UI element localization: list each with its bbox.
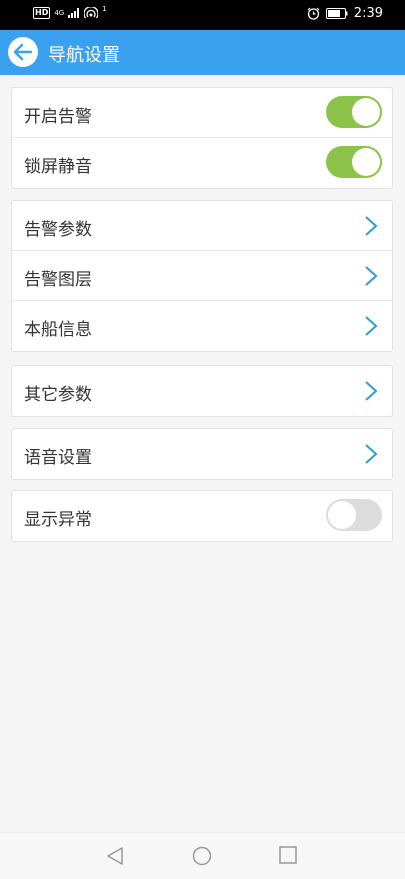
hotspot-count: 1 (102, 4, 107, 13)
setting-row-ship-info[interactable]: 本船信息 (12, 301, 392, 351)
chevron-right-icon (365, 216, 378, 236)
setting-label: 本船信息 (24, 320, 92, 340)
setting-label: 语音设置 (24, 448, 92, 468)
setting-row-alarm-params[interactable]: 告警参数 (12, 201, 392, 251)
other-params-group: 其它参数 (11, 365, 393, 417)
hd-badge: HD (33, 7, 51, 19)
back-button[interactable] (8, 37, 38, 67)
hotspot-icon (84, 7, 99, 19)
status-left: HD 4G 1 (33, 4, 107, 19)
status-bar: HD 4G 1 2:39 (0, 0, 405, 30)
display-anomaly-group: 显示异常 (11, 490, 393, 542)
battery-icon (325, 8, 348, 19)
alarm-clock-icon (307, 7, 320, 20)
alarm-toggle-group: 开启告警 锁屏静音 (11, 87, 393, 189)
setting-label: 锁屏静音 (24, 157, 92, 177)
title-bar: 导航设置 (0, 30, 405, 75)
chevron-right-icon (365, 444, 378, 464)
setting-label: 显示异常 (24, 510, 92, 530)
setting-row-voice-settings[interactable]: 语音设置 (12, 429, 392, 479)
display-anomaly-toggle[interactable] (326, 499, 382, 531)
setting-row-enable-alarm[interactable]: 开启告警 (12, 88, 392, 138)
nav-home-icon[interactable] (192, 846, 212, 866)
setting-label: 开启告警 (24, 107, 92, 127)
enable-alarm-toggle[interactable] (326, 96, 382, 128)
page-title: 导航设置 (48, 45, 120, 66)
chevron-right-icon (365, 316, 378, 336)
system-nav-bar (0, 832, 405, 879)
setting-row-lock-screen-mute[interactable]: 锁屏静音 (12, 138, 392, 188)
setting-label: 告警图层 (24, 270, 92, 290)
setting-row-display-anomaly[interactable]: 显示异常 (12, 491, 392, 541)
toggle-knob (328, 501, 356, 529)
voice-settings-group: 语音设置 (11, 428, 393, 480)
network-type: 4G (54, 8, 65, 17)
setting-row-other-params[interactable]: 其它参数 (12, 366, 392, 416)
setting-label: 告警参数 (24, 220, 92, 240)
chevron-right-icon (365, 381, 378, 401)
setting-row-alarm-layer[interactable]: 告警图层 (12, 251, 392, 301)
alarm-settings-group: 告警参数 告警图层 本船信息 (11, 200, 393, 352)
nav-back-icon[interactable] (106, 846, 124, 866)
setting-label: 其它参数 (24, 385, 92, 405)
signal-icon (68, 8, 80, 18)
nav-recents-icon[interactable] (279, 846, 297, 864)
toggle-knob (352, 148, 380, 176)
status-time: 2:39 (353, 6, 383, 21)
toggle-knob (352, 98, 380, 126)
back-arrow-icon (13, 43, 33, 61)
chevron-right-icon (365, 266, 378, 286)
status-right: 2:39 (307, 6, 383, 21)
lock-screen-mute-toggle[interactable] (326, 146, 382, 178)
